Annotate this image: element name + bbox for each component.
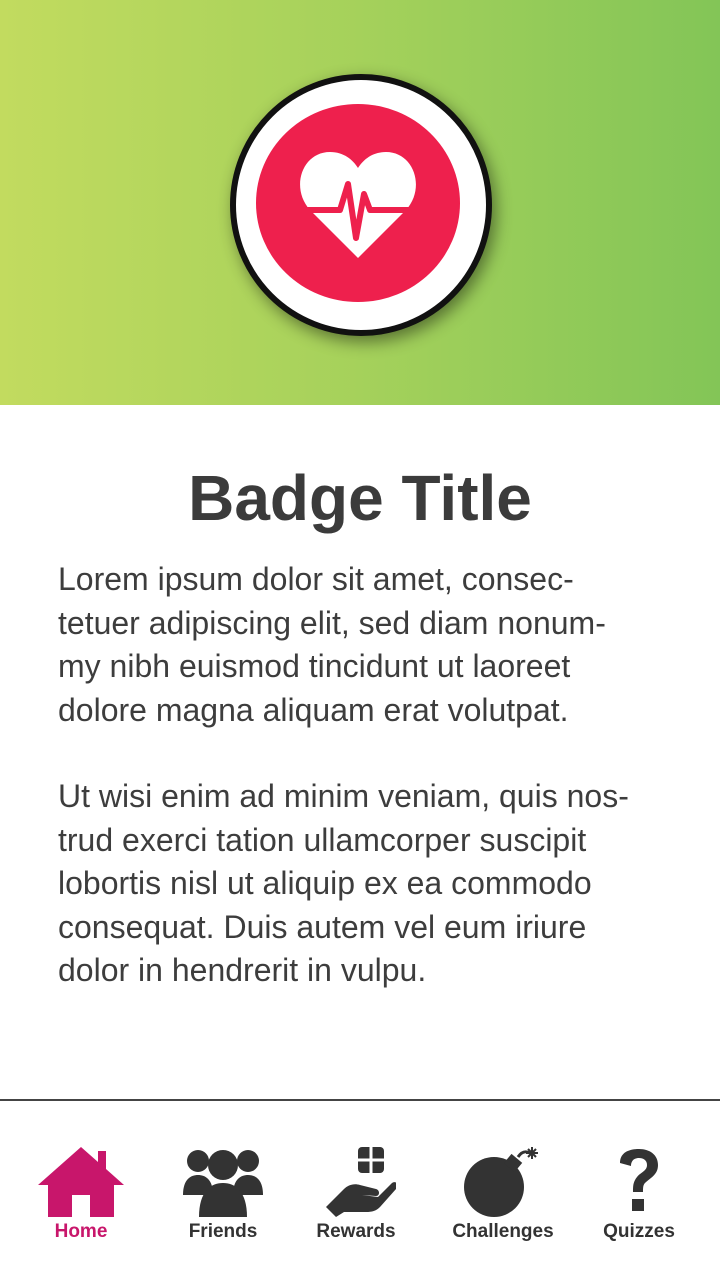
badge-description-paragraph-2: Ut wisi enim ad minim veniam, quis nos- … (58, 778, 629, 988)
nav-item-home[interactable]: Home (28, 1101, 134, 1280)
nav-label-rewards: Rewards (316, 1221, 396, 1242)
nav-item-rewards[interactable]: Rewards (308, 1101, 404, 1280)
badge-title: Badge Title (188, 462, 532, 534)
nav-label-quizzes: Quizzes (603, 1221, 675, 1242)
bottom-navigation: Home Friends Rewards Challenges Quizzes (0, 1101, 720, 1280)
nav-label-challenges: Challenges (452, 1221, 554, 1242)
nav-item-friends[interactable]: Friends (170, 1101, 276, 1280)
badge-emblem (256, 104, 460, 302)
nav-item-quizzes[interactable]: Quizzes (592, 1101, 686, 1280)
nav-label-friends: Friends (188, 1221, 258, 1242)
nav-item-challenges[interactable]: Challenges (446, 1101, 560, 1280)
nav-label-home: Home (54, 1221, 108, 1242)
badge-hero-banner (0, 0, 720, 405)
badge-description-paragraph-1: Lorem ipsum dolor sit amet, consec- tetu… (58, 561, 606, 728)
